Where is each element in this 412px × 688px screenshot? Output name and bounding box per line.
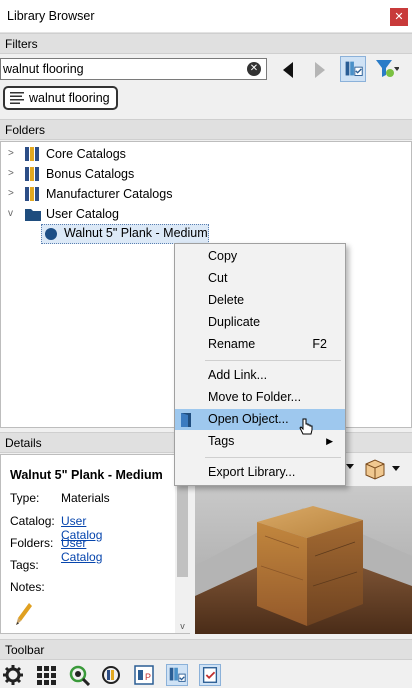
folders-header-label: Folders	[5, 123, 46, 137]
grid-view-icon[interactable]	[35, 664, 57, 686]
tree-item-user-catalog[interactable]: v User Catalog	[8, 205, 208, 223]
menu-item-tags[interactable]: Tags ▶	[175, 431, 345, 452]
funnel-filter-icon[interactable]	[373, 56, 399, 82]
menu-item-label: Cut	[208, 271, 228, 285]
menu-separator	[205, 457, 341, 458]
type-label: Type:	[10, 491, 40, 505]
catalog-books-icon	[25, 167, 39, 181]
filter-options-icon[interactable]	[340, 56, 366, 82]
folders-link[interactable]: User Catalog	[61, 536, 102, 564]
close-icon[interactable]: ✕	[390, 8, 408, 26]
tree-item-walnut-plank[interactable]: Walnut 5" Plank - Medium	[41, 224, 209, 244]
notes-label: Notes:	[10, 580, 45, 594]
text-filter-icon	[10, 92, 24, 104]
menu-item-label: Copy	[208, 249, 238, 263]
menu-item-duplicate[interactable]: Duplicate	[175, 312, 345, 333]
material-preview-image	[195, 486, 412, 634]
menu-item-delete[interactable]: Delete	[175, 290, 345, 311]
menu-separator	[205, 360, 341, 361]
search-refresh-icon[interactable]	[68, 664, 90, 686]
details-tags-row: Tags:	[10, 558, 61, 572]
folders-label: Folders:	[10, 536, 54, 550]
menu-item-shortcut: F2	[312, 337, 327, 351]
chevron-right-icon[interactable]: >	[8, 145, 18, 163]
menu-item-open-object[interactable]: Open Object...	[175, 409, 345, 430]
type-value: Materials	[61, 491, 110, 505]
details-type-row: Type: Materials	[10, 491, 110, 505]
menu-item-export-library[interactable]: Export Library...	[175, 462, 345, 483]
tree-item-bonus-catalogs[interactable]: > Bonus Catalogs	[8, 165, 208, 183]
clear-search-icon[interactable]: ✕	[247, 62, 261, 76]
catalog-refresh-icon[interactable]	[100, 664, 122, 686]
properties-icon[interactable]: P	[133, 664, 155, 686]
menu-item-label: Duplicate	[208, 315, 261, 329]
search-input[interactable]	[3, 61, 237, 77]
submenu-arrow-icon: ▶	[326, 436, 333, 446]
checklist-icon[interactable]	[199, 664, 221, 686]
details-pane: Walnut 5" Plank - Medium Type: Materials …	[0, 454, 190, 634]
dropdown-arrow-icon[interactable]	[345, 462, 355, 472]
material-icon	[45, 228, 57, 240]
catalog-books-icon	[25, 187, 39, 201]
pencil-icon[interactable]	[15, 601, 33, 627]
view-cube-icon[interactable]	[363, 458, 387, 480]
folders-header[interactable]: Folders	[0, 119, 412, 140]
mouse-cursor-icon	[299, 418, 313, 435]
title-bar: Library Browser ✕	[0, 0, 412, 33]
tree-item-label: Core Catalogs	[46, 147, 126, 161]
tree-item-core-catalogs[interactable]: > Core Catalogs	[8, 145, 208, 163]
tree-item-label: User Catalog	[46, 207, 119, 221]
search-box: ✕	[0, 58, 267, 80]
filter-chip-label: walnut flooring	[29, 91, 110, 105]
gear-icon[interactable]	[2, 664, 24, 686]
menu-item-add-link[interactable]: Add Link...	[175, 365, 345, 386]
details-notes-row: Notes:	[10, 580, 61, 594]
open-door-icon	[181, 413, 191, 427]
details-title: Walnut 5" Plank - Medium	[10, 468, 163, 482]
filter-options-icon[interactable]	[166, 664, 188, 686]
toolbar-header-label: Toolbar	[5, 643, 45, 657]
tree-item-manufacturer-catalogs[interactable]: > Manufacturer Catalogs	[8, 185, 208, 203]
tags-label: Tags:	[10, 558, 39, 572]
chevron-right-icon[interactable]: >	[8, 165, 18, 183]
menu-item-label: Move to Folder...	[208, 390, 302, 404]
menu-item-move-to-folder[interactable]: Move to Folder...	[175, 387, 345, 408]
tree-item-label: Walnut 5" Plank - Medium	[64, 226, 208, 240]
catalog-label: Catalog:	[10, 514, 55, 528]
bottom-toolbar: P	[0, 661, 412, 688]
details-header-label: Details	[5, 436, 42, 450]
menu-item-copy[interactable]: Copy	[175, 246, 345, 267]
menu-item-label: Delete	[208, 293, 245, 307]
menu-item-label: Open Object...	[208, 412, 289, 426]
svg-text:P: P	[145, 672, 151, 682]
tree-item-label: Bonus Catalogs	[46, 167, 135, 181]
forward-arrow-icon[interactable]	[310, 60, 328, 80]
menu-item-label: Export Library...	[208, 465, 296, 479]
back-arrow-icon[interactable]	[280, 60, 298, 80]
toolbar-header[interactable]: Toolbar	[0, 639, 412, 660]
menu-item-label: Rename	[208, 337, 256, 351]
dropdown-arrow-icon[interactable]	[391, 464, 401, 474]
scroll-down-icon[interactable]: v	[177, 621, 188, 631]
filters-header[interactable]: Filters	[0, 33, 412, 54]
details-catalog-row: Catalog: User Catalog	[10, 514, 102, 542]
chevron-right-icon[interactable]: >	[8, 185, 18, 203]
menu-item-rename[interactable]: Rename F2	[175, 334, 345, 355]
filter-chip[interactable]: walnut flooring	[3, 86, 118, 110]
filters-header-label: Filters	[5, 37, 38, 51]
menu-item-label: Tags	[208, 434, 235, 448]
chevron-down-icon[interactable]: v	[8, 205, 18, 223]
folder-icon	[25, 209, 41, 221]
catalog-books-icon	[25, 147, 39, 161]
menu-item-cut[interactable]: Cut	[175, 268, 345, 289]
context-menu: Copy Cut Delete Duplicate Rename F2 Add L…	[174, 243, 346, 486]
menu-item-label: Add Link...	[208, 368, 268, 382]
window-title: Library Browser	[7, 9, 95, 23]
tree-item-label: Manufacturer Catalogs	[46, 187, 173, 201]
details-folders-row: Folders: User Catalog	[10, 536, 102, 564]
